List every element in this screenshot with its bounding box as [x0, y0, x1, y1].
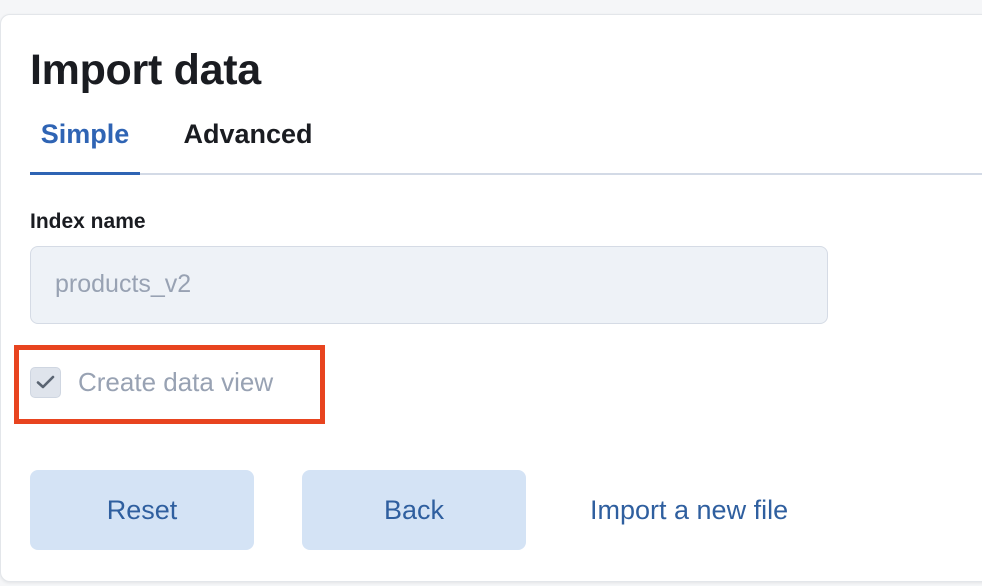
create-data-view-checkbox[interactable]	[30, 366, 61, 398]
tab-bar: Simple Advanced	[30, 108, 982, 175]
create-data-view-option[interactable]: Create data view	[30, 362, 273, 402]
checkmark-icon	[36, 375, 55, 388]
create-data-view-label: Create data view	[78, 366, 274, 397]
back-button[interactable]: Back	[302, 470, 526, 550]
index-name-label: Index name	[30, 210, 146, 233]
tab-simple[interactable]: Simple	[30, 108, 140, 175]
tab-advanced[interactable]: Advanced	[178, 108, 318, 173]
import-new-file-link[interactable]: Import a new file	[590, 490, 788, 530]
index-name-field[interactable]: products_v2	[30, 246, 828, 324]
page-title: Import data	[30, 46, 261, 94]
reset-button[interactable]: Reset	[30, 470, 254, 550]
